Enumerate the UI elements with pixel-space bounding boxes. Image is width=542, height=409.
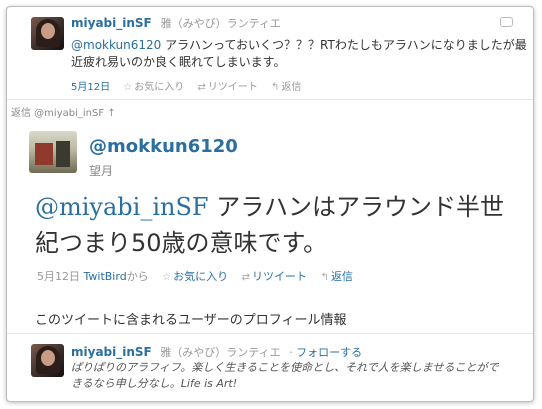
tweet-actions: 5月12日 TwitBirdから ☆ お気に入り ⇄ リツイート ↰ 返信	[37, 268, 353, 284]
tweet-text: @mokkun6120 アラハンっておいくつ？？？RTわたしもアラハンになりまし…	[71, 37, 527, 71]
screen-name-link[interactable]: miyabi_inSF	[71, 345, 152, 359]
reply-divider: 返信 @miyabi_inSF ↑	[7, 99, 533, 119]
star-icon: ☆	[162, 272, 172, 283]
source-link[interactable]: TwitBird	[84, 270, 127, 283]
star-icon: ☆	[123, 82, 133, 93]
timestamp-link[interactable]: 5月12日	[71, 82, 110, 93]
retweet-icon: ⇄	[197, 82, 206, 93]
favorite-button[interactable]: ☆ お気に入り	[162, 270, 228, 283]
main-tweet-text: @miyabi_inSF アラハンはアラウンド半世紀つまり50歳の意味です。	[35, 189, 519, 261]
profile-section-title: このツイートに含まれるユーザーのプロフィール情報	[35, 313, 347, 328]
full-name: 雅（みやび）ランティエ	[160, 346, 281, 359]
reply-button[interactable]: ↰ 返信	[321, 270, 353, 283]
reply-icon: ↰	[320, 272, 329, 283]
follow-button[interactable]: フォローする	[296, 346, 362, 359]
tweet-detail-panel: miyabi_inSF 雅（みやび）ランティエ @mokkun6120 アラハン…	[6, 6, 534, 402]
in-reply-to-tweet: miyabi_inSF 雅（みやび）ランティエ @mokkun6120 アラハン…	[7, 7, 533, 93]
mention-link[interactable]: @mokkun6120	[71, 38, 161, 52]
profile-bio: ぱりぱりのアラフィフ。楽しく生きることを使命とし、それで人を楽しませることができ…	[71, 361, 499, 390]
tweet-author: miyabi_inSF 雅（みやび）ランティエ	[71, 15, 281, 31]
full-name: 雅（みやび）ランティエ	[160, 17, 281, 30]
profile-card: miyabi_inSF 雅（みやび）ランティエ · フォローする ぱりぱりのアラ…	[7, 333, 533, 401]
avatar[interactable]	[31, 17, 64, 50]
in-reply-to-link[interactable]: 返信 @miyabi_inSF ↑	[11, 104, 120, 119]
avatar[interactable]	[31, 344, 64, 377]
timestamp[interactable]: 5月12日	[37, 270, 80, 283]
profile-name-row: miyabi_inSF 雅（みやび）ランティエ · フォローする	[71, 344, 362, 360]
reply-button[interactable]: ↰ 返信	[271, 82, 301, 93]
retweet-icon: ⇄	[241, 272, 251, 283]
screen-name-link[interactable]: miyabi_inSF	[71, 16, 152, 30]
retweet-button[interactable]: ⇄ リツイート	[197, 82, 257, 93]
conversation-bubble-icon[interactable]	[500, 17, 513, 27]
source-suffix: から	[126, 270, 149, 283]
mention-link[interactable]: @miyabi_inSF	[35, 193, 209, 221]
reply-icon: ↰	[271, 82, 280, 93]
separator: ·	[289, 346, 293, 359]
retweet-button[interactable]: ⇄ リツイート	[242, 270, 307, 283]
favorite-button[interactable]: ☆ お気に入り	[123, 82, 184, 93]
full-name: 望月	[89, 164, 114, 178]
screen-name-link[interactable]: @mokkun6120	[89, 136, 238, 157]
avatar[interactable]	[29, 131, 77, 173]
tweet-actions: 5月12日 ☆ お気に入り ⇄ リツイート ↰ 返信	[71, 78, 301, 93]
